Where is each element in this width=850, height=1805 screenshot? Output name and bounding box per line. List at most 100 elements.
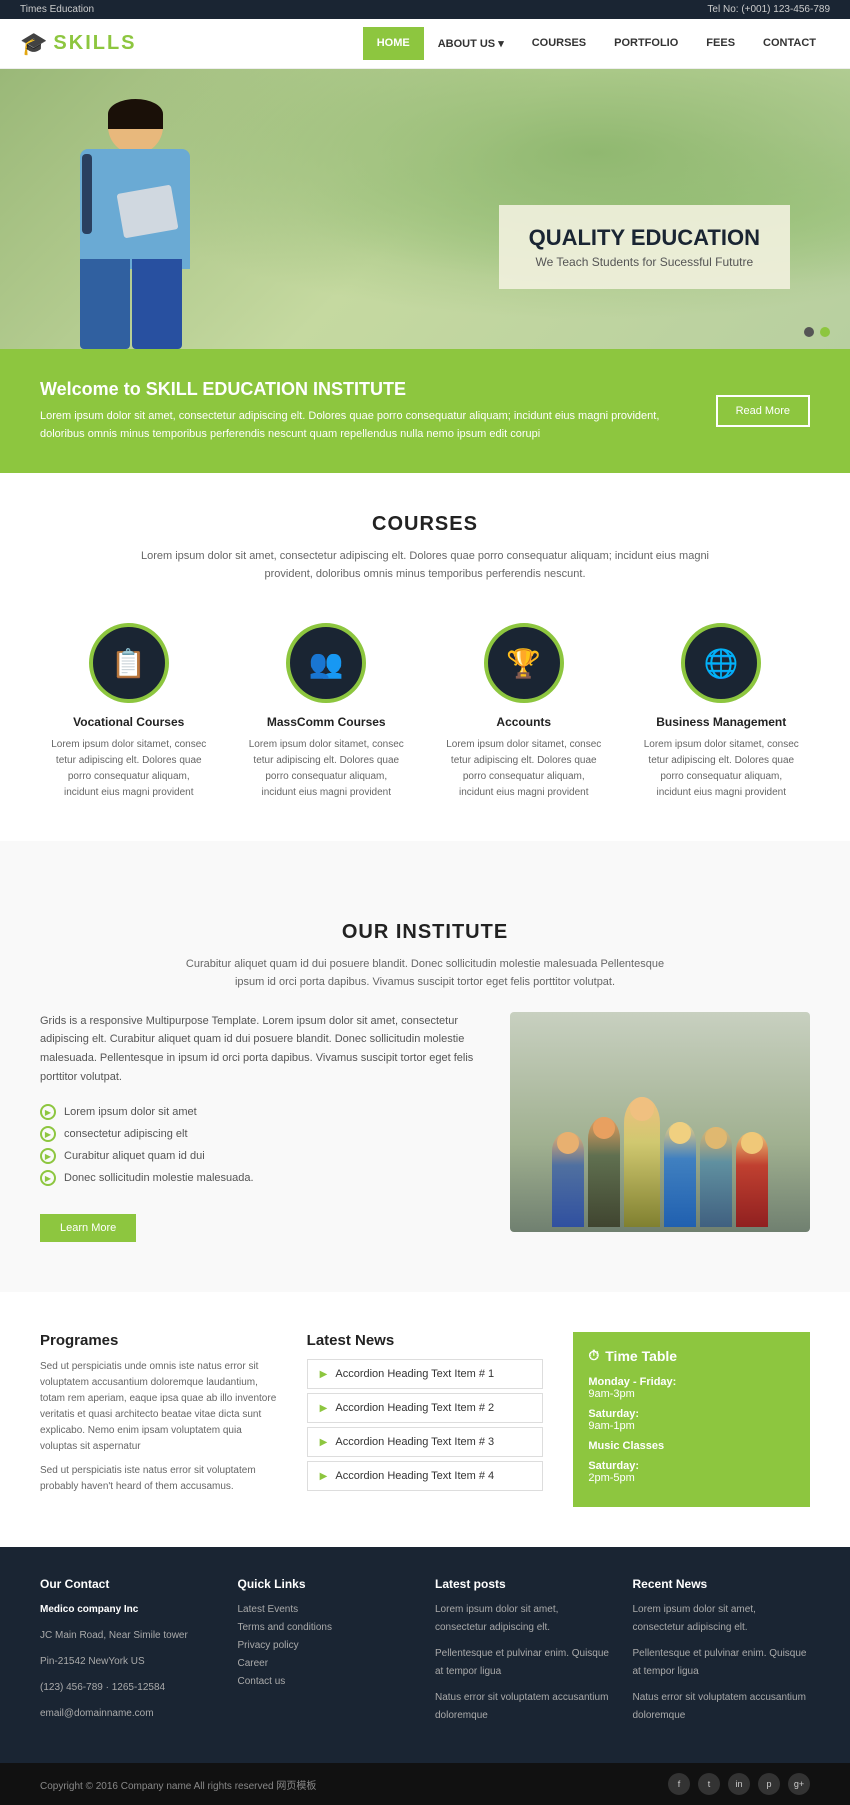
social-icons: f t in p g+	[668, 1773, 810, 1795]
footer-link-contact[interactable]: Contact us	[238, 1673, 416, 1691]
social-googleplus[interactable]: g+	[788, 1773, 810, 1795]
accordion-header-3[interactable]: ▶ Accordion Heading Text Item # 3	[308, 1428, 543, 1456]
welcome-section: Welcome to SKILL EDUCATION INSTITUTE Lor…	[0, 349, 850, 473]
footer-contact-title: Our Contact	[40, 1577, 218, 1591]
nav-portfolio[interactable]: PORTFOLIO	[600, 27, 692, 60]
welcome-heading: Welcome to SKILL EDUCATION INSTITUTE	[40, 379, 696, 400]
welcome-text: Welcome to SKILL EDUCATION INSTITUTE Lor…	[40, 379, 696, 443]
timetable-day-music: Music Classes	[588, 1440, 795, 1452]
list-icon-1: ▶	[40, 1104, 56, 1120]
timetable-clock-icon: ⏱	[588, 1347, 599, 1364]
hero-dot-1[interactable]	[804, 327, 814, 337]
course-card-business: 🌐 Business Management Lorem ipsum dolor …	[633, 613, 811, 811]
institute-section: OUR INSTITUTE Curabitur aliquet quam id …	[0, 871, 850, 1292]
institute-text: Grids is a responsive Multipurpose Templ…	[40, 1012, 480, 1087]
course-card-masscomm: 👥 MassComm Courses Lorem ipsum dolor sit…	[238, 613, 416, 811]
course-icon-masscomm: 👥	[309, 647, 344, 680]
courses-title: COURSES	[40, 513, 810, 536]
social-twitter[interactable]: t	[698, 1773, 720, 1795]
courses-grid: 📋 Vocational Courses Lorem ipsum dolor s…	[40, 613, 810, 811]
hero-title: QUALITY EDUCATION	[529, 225, 760, 251]
hero-section: QUALITY EDUCATION We Teach Students for …	[0, 69, 850, 349]
nav-home[interactable]: HOME	[363, 27, 424, 60]
footer-post-2: Pellentesque et pulvinar enim. Quisque a…	[435, 1645, 613, 1681]
footer-posts-title: Latest posts	[435, 1577, 613, 1591]
course-icon-business-wrap: 🌐	[681, 623, 761, 703]
hero-dot-2[interactable]	[820, 327, 830, 337]
footer-address2: Pin-21542 NewYork US	[40, 1653, 218, 1671]
course-name-business: Business Management	[643, 715, 801, 729]
read-more-button[interactable]: Read More	[716, 395, 810, 427]
footer-link-events[interactable]: Latest Events	[238, 1601, 416, 1619]
accordion-item-3[interactable]: ▶ Accordion Heading Text Item # 3	[307, 1427, 544, 1457]
accordion-label-3: Accordion Heading Text Item # 3	[335, 1436, 494, 1448]
logo: 🎓 SKILLS	[20, 31, 137, 57]
course-name-vocational: Vocational Courses	[50, 715, 208, 729]
nav-fees[interactable]: FEES	[692, 27, 749, 60]
timetable-entry-2: Saturday: 9am-1pm	[588, 1408, 795, 1432]
institute-image	[510, 1012, 810, 1232]
footer-quick-links: Quick Links Latest Events Terms and cond…	[238, 1577, 416, 1733]
footer-news-2: Pellentesque et pulvinar enim. Quisque a…	[633, 1645, 811, 1681]
institute-inner: Grids is a responsive Multipurpose Templ…	[40, 1012, 810, 1243]
nav-about[interactable]: ABOUT US ▾	[424, 27, 518, 60]
footer-address1: JC Main Road, Near Simile tower	[40, 1627, 218, 1645]
accordion-header-2[interactable]: ▶ Accordion Heading Text Item # 2	[308, 1394, 543, 1422]
footer-link-terms[interactable]: Terms and conditions	[238, 1619, 416, 1637]
latest-news-column: Latest News ▶ Accordion Heading Text Ite…	[307, 1332, 544, 1507]
list-icon-2: ▶	[40, 1126, 56, 1142]
footer-email[interactable]: email@domainname.com	[40, 1705, 218, 1723]
list-icon-3: ▶	[40, 1148, 56, 1164]
logo-text: SKILLS	[53, 32, 136, 55]
hero-student-figure	[30, 84, 250, 349]
social-pinterest[interactable]: p	[758, 1773, 780, 1795]
timetable-entry-1: Monday - Friday: 9am-3pm	[588, 1376, 795, 1400]
footer-link-career[interactable]: Career	[238, 1655, 416, 1673]
site-footer: Our Contact Medico company Inc JC Main R…	[0, 1547, 850, 1763]
footer-phone: (123) 456-789 · 1265-12584	[40, 1679, 218, 1697]
timetable-time-4: 2pm-5pm	[588, 1472, 795, 1484]
timetable-day-1: Monday - Friday:	[588, 1376, 795, 1388]
learn-more-button[interactable]: Learn More	[40, 1214, 136, 1242]
institute-list: ▶ Lorem ipsum dolor sit amet ▶ consectet…	[40, 1101, 480, 1189]
latest-news-title: Latest News	[307, 1332, 544, 1349]
footer-post-3: Natus error sit voluptatem accusantium d…	[435, 1689, 613, 1725]
social-facebook[interactable]: f	[668, 1773, 690, 1795]
bottom-bar: Copyright © 2016 Company name All rights…	[0, 1763, 850, 1805]
programes-text2: Sed ut perspiciatis iste natus error sit…	[40, 1463, 277, 1495]
nav-contact[interactable]: CONTACT	[749, 27, 830, 60]
list-item-3: ▶ Curabitur aliquet quam id dui	[40, 1145, 480, 1167]
social-linkedin[interactable]: in	[728, 1773, 750, 1795]
accordion-item-2[interactable]: ▶ Accordion Heading Text Item # 2	[307, 1393, 544, 1423]
top-bar: Times Education Tel No: (+001) 123-456-7…	[0, 0, 850, 19]
programes-title: Programes	[40, 1332, 277, 1349]
accordion-header-4[interactable]: ▶ Accordion Heading Text Item # 4	[308, 1462, 543, 1490]
course-icon-business: 🌐	[704, 647, 739, 680]
timetable-entry-4: Saturday: 2pm-5pm	[588, 1460, 795, 1484]
footer-contact: Our Contact Medico company Inc JC Main R…	[40, 1577, 218, 1733]
nav-courses[interactable]: COURSES	[518, 27, 600, 60]
footer-link-privacy[interactable]: Privacy policy	[238, 1637, 416, 1655]
timetable-column: ⏱ Time Table Monday - Friday: 9am-3pm Sa…	[573, 1332, 810, 1507]
courses-desc: Lorem ipsum dolor sit amet, consectetur …	[125, 548, 725, 583]
site-header: 🎓 SKILLS HOME ABOUT US ▾ COURSES PORTFOL…	[0, 19, 850, 69]
institute-left: Grids is a responsive Multipurpose Templ…	[40, 1012, 480, 1243]
footer-recent-news: Recent News Lorem ipsum dolor sit amet, …	[633, 1577, 811, 1733]
timetable-entry-3: Music Classes	[588, 1440, 795, 1452]
course-card-vocational: 📋 Vocational Courses Lorem ipsum dolor s…	[40, 613, 218, 811]
logo-icon: 🎓	[20, 31, 47, 57]
hero-dots	[804, 327, 830, 337]
courses-section: COURSES Lorem ipsum dolor sit amet, cons…	[0, 473, 850, 841]
accordion-item-4[interactable]: ▶ Accordion Heading Text Item # 4	[307, 1461, 544, 1491]
timetable-block: ⏱ Time Table Monday - Friday: 9am-3pm Sa…	[573, 1332, 810, 1507]
accordion-label-1: Accordion Heading Text Item # 1	[335, 1368, 494, 1380]
timetable-time-2: 9am-1pm	[588, 1420, 795, 1432]
accordion-header-1[interactable]: ▶ Accordion Heading Text Item # 1	[308, 1360, 543, 1388]
accordion-item-1[interactable]: ▶ Accordion Heading Text Item # 1	[307, 1359, 544, 1389]
main-nav: HOME ABOUT US ▾ COURSES PORTFOLIO FEES C…	[363, 27, 830, 60]
list-item-2: ▶ consectetur adipiscing elt	[40, 1123, 480, 1145]
list-item-1: ▶ Lorem ipsum dolor sit amet	[40, 1101, 480, 1123]
timetable-title: Time Table	[605, 1348, 677, 1364]
timetable-day-4: Saturday:	[588, 1460, 795, 1472]
timetable-day-2: Saturday:	[588, 1408, 795, 1420]
